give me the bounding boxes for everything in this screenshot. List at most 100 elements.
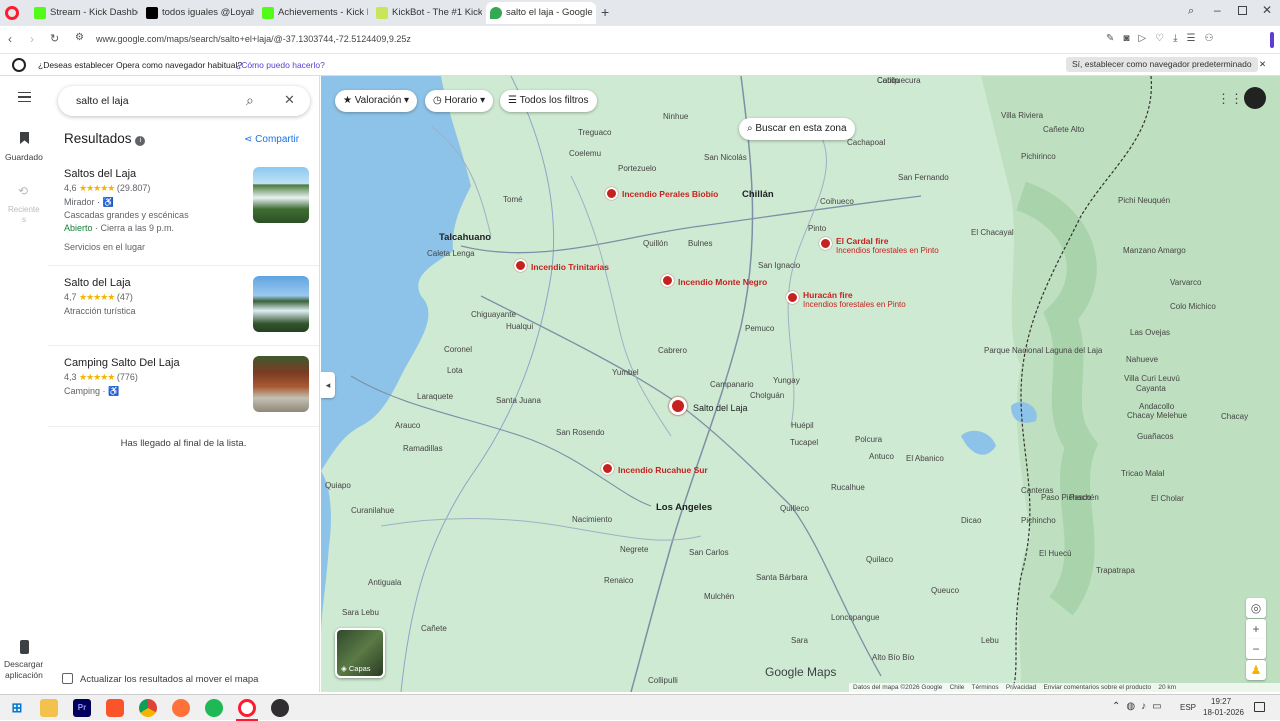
place-label[interactable]: Manzano Amargo: [1123, 246, 1186, 255]
site-info-icon[interactable]: ⚙: [75, 32, 84, 43]
place-label[interactable]: El Abanico: [906, 454, 944, 463]
bookmark-icon[interactable]: [20, 132, 29, 144]
pegman-icon[interactable]: ♟: [1246, 660, 1266, 680]
place-label[interactable]: Coronel: [444, 345, 472, 354]
fire-marker-icon[interactable]: [786, 291, 799, 304]
place-label[interactable]: Chacay Melehue: [1127, 411, 1187, 420]
place-label[interactable]: Dicao: [961, 516, 981, 525]
apps-grid-icon[interactable]: ⋮⋮: [1217, 91, 1243, 107]
place-label[interactable]: Tricao Malal: [1121, 469, 1164, 478]
close-window-button[interactable]: ✕: [1262, 3, 1272, 17]
place-label[interactable]: Coihueco: [820, 197, 854, 206]
place-label[interactable]: Santa Juana: [496, 396, 541, 405]
tab-loyaltty[interactable]: todos iguales @Loyaltty C: [142, 2, 254, 24]
search-tabs-icon[interactable]: ⌕: [1188, 5, 1194, 18]
clock-time[interactable]: 19:27: [1211, 697, 1231, 706]
place-label[interactable]: Sara Lebu: [342, 608, 379, 617]
minimize-button[interactable]: –: [1214, 3, 1221, 17]
place-label[interactable]: Hualqui: [506, 322, 533, 331]
tab-stream-kick[interactable]: Stream - Kick Dashboard: [30, 2, 138, 24]
search-icon[interactable]: ⌕: [246, 92, 254, 109]
place-label[interactable]: Cañete: [421, 624, 447, 633]
fire-label[interactable]: El Cardal fire Incendios forestales en Pi…: [836, 236, 939, 255]
search-input[interactable]: salto el laja: [76, 95, 129, 107]
place-label[interactable]: Renaico: [604, 576, 633, 585]
infobar-close-icon[interactable]: ✕: [1259, 59, 1266, 70]
map-canvas[interactable]: ★ Valoración ▾ ◷ Horario ▾ ☰ Todos los f…: [321, 76, 1280, 692]
place-label[interactable]: Queuco: [931, 586, 959, 595]
result-name[interactable]: Saltos del Laja: [64, 168, 136, 180]
result-name[interactable]: Camping Salto Del Laja: [64, 357, 180, 369]
account-avatar[interactable]: [1244, 87, 1266, 109]
new-tab-button[interactable]: +: [601, 4, 609, 20]
place-label[interactable]: Ninhue: [663, 112, 688, 121]
salto-del-laja-label[interactable]: Salto del Laja: [693, 403, 748, 413]
search-this-area-button[interactable]: ⌕ Buscar en esta zona: [739, 118, 855, 140]
place-label[interactable]: El Cholar: [1151, 494, 1184, 503]
city-los-angeles[interactable]: Los Angeles: [656, 502, 712, 513]
place-label[interactable]: Tomé: [503, 195, 523, 204]
fire-label[interactable]: Incendio Rucahue Sur: [618, 465, 708, 475]
place-label[interactable]: Pichincho: [1021, 516, 1056, 525]
menu-icon[interactable]: [18, 92, 31, 102]
place-label[interactable]: Villa Riviera: [1001, 111, 1043, 120]
clear-search-icon[interactable]: ✕: [284, 92, 295, 108]
info-icon[interactable]: i: [135, 136, 146, 146]
place-label[interactable]: Lebu: [981, 636, 999, 645]
place-label[interactable]: Canteras: [1021, 486, 1053, 495]
fire-marker-icon[interactable]: [601, 462, 614, 475]
place-label[interactable]: Negrete: [620, 545, 648, 554]
fire-marker-icon[interactable]: [819, 237, 832, 250]
update-results-row[interactable]: Actualizar los resultados al mover el ma…: [62, 673, 258, 685]
fire-marker-icon[interactable]: [605, 187, 618, 200]
place-label[interactable]: Campanario: [710, 380, 754, 389]
spotify-icon[interactable]: [205, 699, 223, 717]
infobar-link[interactable]: ¿Cómo puedo hacerlo?: [236, 60, 325, 70]
clock-date[interactable]: 18-01-2026: [1203, 708, 1244, 717]
tray-icons[interactable]: ⌃◍♪▭: [1112, 701, 1168, 712]
place-label[interactable]: Pichi Neuquén: [1118, 196, 1170, 205]
city-chillan[interactable]: Chillán: [742, 189, 774, 200]
chrome-icon[interactable]: [139, 699, 157, 717]
place-label[interactable]: Cachapoal: [847, 138, 885, 147]
premiere-icon[interactable]: Pr: [73, 699, 91, 717]
place-label[interactable]: Pinto: [808, 224, 826, 233]
city-talcahuano[interactable]: Talcahuano: [439, 232, 491, 243]
place-label[interactable]: Tucapel: [790, 438, 818, 447]
notifications-icon[interactable]: [1254, 702, 1265, 712]
place-label[interactable]: Quilaco: [866, 555, 893, 564]
place-label[interactable]: Sara: [791, 636, 808, 645]
result-photo[interactable]: [253, 356, 309, 412]
place-label[interactable]: Mulchén: [704, 592, 734, 601]
obs-icon[interactable]: [271, 699, 289, 717]
place-label[interactable]: San Fernando: [898, 173, 949, 182]
result-item-salto-del-laja[interactable]: Salto del Laja 4,7 ★★★★★ (47) Atracción …: [48, 266, 319, 346]
place-label[interactable]: San Nicolás: [704, 153, 747, 162]
place-label[interactable]: San Ignacio: [758, 261, 800, 270]
place-label[interactable]: Quillón: [643, 239, 668, 248]
set-default-button[interactable]: Sí, establecer como navegador predetermi…: [1066, 57, 1258, 72]
scale-label[interactable]: 20 km: [1158, 684, 1176, 691]
place-label[interactable]: Yumbel: [612, 368, 639, 377]
place-label[interactable]: Laraquete: [417, 392, 453, 401]
maximize-button[interactable]: [1238, 6, 1247, 15]
place-label[interactable]: Arauco: [395, 421, 420, 430]
result-name[interactable]: Salto del Laja: [64, 277, 131, 289]
fire-label[interactable]: Incendio Trinitarias: [531, 262, 609, 272]
place-label[interactable]: Lota: [447, 366, 463, 375]
result-item-camping[interactable]: Camping Salto Del Laja 4,3 ★★★★★ (776) C…: [48, 346, 319, 427]
file-explorer-icon[interactable]: [40, 699, 58, 717]
place-label[interactable]: Cañete Alto: [1043, 125, 1084, 134]
zoom-out-button[interactable]: −: [1246, 639, 1266, 659]
tab-kickbot[interactable]: KickBot - The #1 Kick Bot: [372, 2, 482, 24]
place-label[interactable]: Antiguala: [368, 578, 401, 587]
opera-logo-icon[interactable]: [5, 6, 19, 20]
place-label[interactable]: Antuco: [869, 452, 894, 461]
download-app-icon[interactable]: [20, 640, 29, 654]
place-label[interactable]: San Carlos: [689, 548, 729, 557]
place-label[interactable]: Huépil: [791, 421, 814, 430]
windows-start-icon[interactable]: ⊞: [8, 699, 26, 717]
place-label[interactable]: Trapatrapa: [1096, 566, 1135, 575]
place-label[interactable]: Cayanta: [1136, 384, 1166, 393]
place-label[interactable]: Las Ovejas: [1130, 328, 1170, 337]
